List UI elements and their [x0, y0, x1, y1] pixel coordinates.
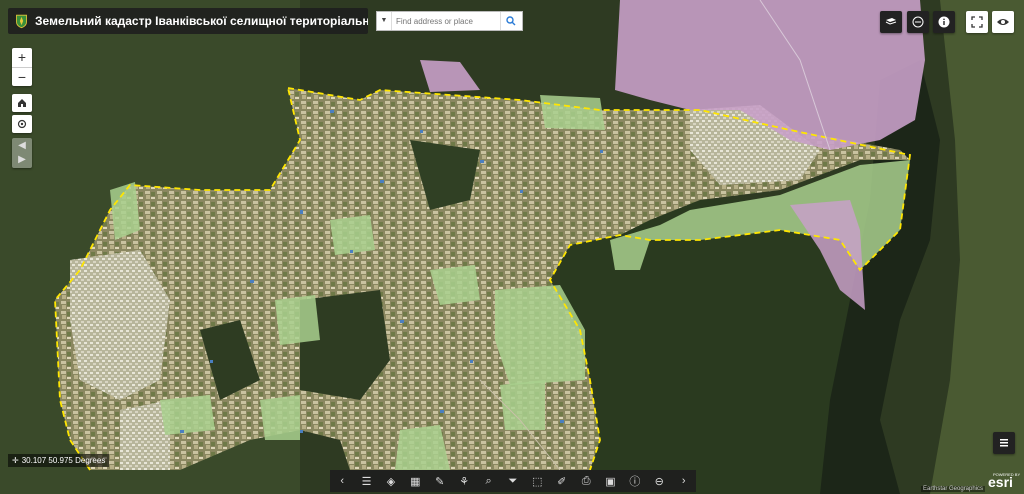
home-button[interactable]: [12, 94, 32, 112]
page-title: Земельний кадастр Іванківської селищної …: [35, 14, 368, 28]
coordinates-text: 30.107 50.975 Degrees: [21, 456, 106, 465]
fullscreen-icon: [971, 16, 983, 28]
search-box: ▼: [376, 11, 523, 31]
search-button[interactable]: [500, 12, 521, 30]
basemap-button[interactable]: [880, 11, 902, 33]
zoom-out-button[interactable]: −: [12, 68, 32, 87]
select-icon[interactable]: ⬚: [528, 472, 546, 490]
locate-button[interactable]: [12, 115, 32, 133]
coordinates-readout: ✛ 30.107 50.975 Degrees: [8, 454, 110, 467]
home-icon: [18, 99, 26, 107]
chevron-right-icon[interactable]: ›: [675, 472, 693, 490]
satellite-map[interactable]: [0, 0, 1024, 494]
info-icon: [938, 16, 950, 28]
print-icon[interactable]: ⎙: [577, 472, 595, 490]
arrow-right-icon[interactable]: ▶: [18, 153, 26, 167]
fullscreen-button[interactable]: [966, 11, 988, 33]
visibility-button[interactable]: [992, 11, 1014, 33]
grid-icon[interactable]: ▦: [406, 472, 424, 490]
eye-icon: [997, 19, 1009, 25]
minus-circle-icon[interactable]: ⊖: [650, 472, 668, 490]
search-input[interactable]: [392, 16, 500, 26]
swipe-icon: [912, 16, 924, 28]
layers-icon[interactable]: ◈: [382, 472, 400, 490]
widget-toolbar: ‹ ☰ ◈ ▦ ✎ ⚘ ⌕ ⏷ ⬚ ✐ ⎙ ▣ ⓘ ⊖ ›: [330, 470, 696, 492]
search-icon: [506, 16, 516, 26]
arrow-left-icon[interactable]: ◀: [18, 139, 26, 153]
app-header: Земельний кадастр Іванківської селищної …: [8, 8, 368, 34]
swipe-button[interactable]: [907, 11, 929, 33]
measure-icon[interactable]: ⚘: [455, 472, 473, 490]
chevron-left-icon[interactable]: ‹: [333, 472, 351, 490]
locate-icon: [17, 119, 27, 129]
info-icon[interactable]: ⓘ: [626, 472, 644, 490]
zoom-control: + −: [12, 48, 32, 86]
list-icon: [1000, 439, 1008, 447]
pencil-icon[interactable]: ✎: [431, 472, 449, 490]
filter-icon[interactable]: ⏷: [504, 472, 522, 490]
legend-list-button[interactable]: [993, 432, 1015, 454]
crosshair-icon[interactable]: ✛: [12, 456, 19, 465]
coat-of-arms-icon: [16, 14, 27, 29]
attribution-text: Earthstar Geographics: [921, 486, 986, 492]
extent-navigation: ◀ ▶: [12, 138, 32, 168]
query-icon[interactable]: ⌕: [480, 472, 498, 490]
edit-icon[interactable]: ✐: [553, 472, 571, 490]
esri-logo[interactable]: esri: [988, 474, 1013, 490]
caret-down-icon[interactable]: ▼: [377, 12, 392, 30]
screen-icon[interactable]: ▣: [601, 472, 619, 490]
about-button[interactable]: [933, 11, 955, 33]
zoom-in-button[interactable]: +: [12, 48, 32, 68]
layers-fold-icon: [885, 18, 897, 25]
layer-list-icon[interactable]: ☰: [358, 472, 376, 490]
